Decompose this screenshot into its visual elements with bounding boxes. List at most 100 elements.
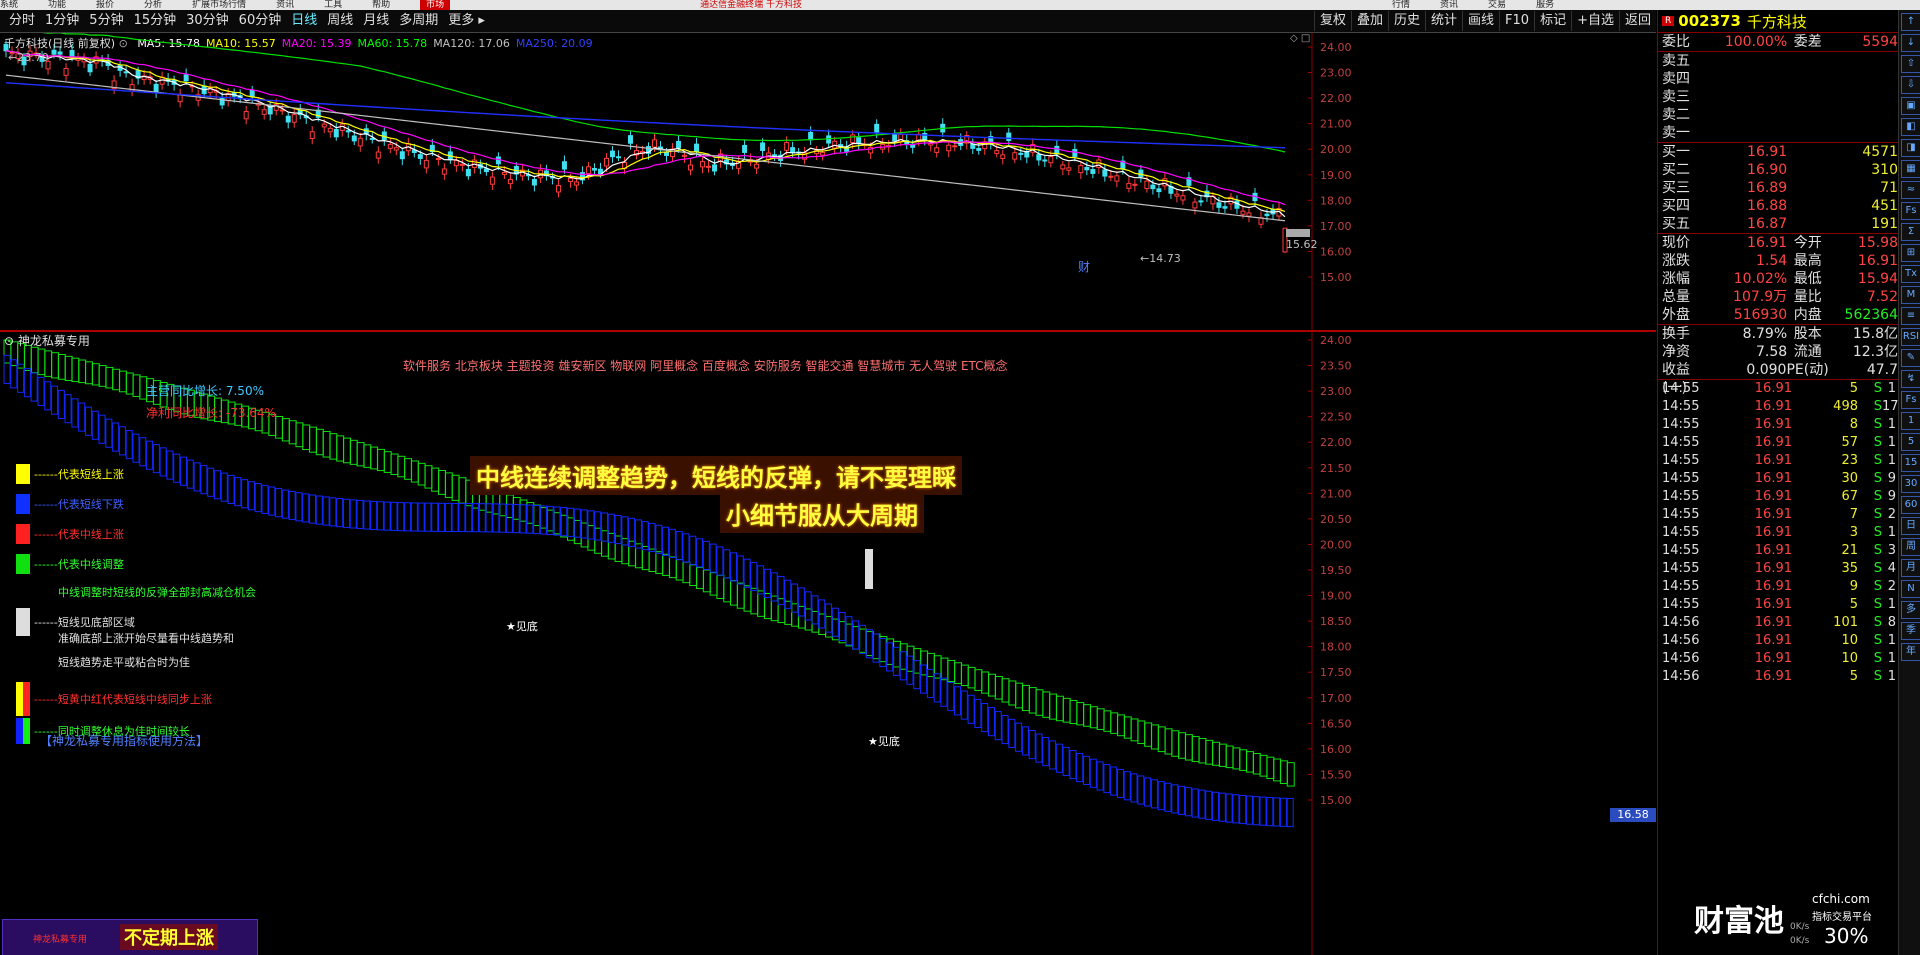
tool-button[interactable]: ↓ [1901,34,1920,52]
menu-item[interactable]: 帮助 [372,0,390,10]
midterm-box [451,474,460,501]
stat-value: 7.58 [1755,344,1788,360]
tool-button[interactable]: ↯ [1901,370,1920,388]
main-kline-chart[interactable]: 千方科技(日线 前复权) ⊙ MA5: 15.78 MA10: 15.57 MA20… [0,33,1656,332]
headline-1: 中线连续调整趋势，短线的反弹，请不要理睬 [470,456,962,495]
tool-button[interactable]: RSI [1901,328,1920,346]
tool-button[interactable]: 年 [1901,643,1920,661]
tool-button[interactable]: ≈ [1901,181,1920,199]
menu-item[interactable]: 分析 [144,0,162,10]
profit-label: 净利同比增长: -73.64% [146,406,276,420]
indicator-chart[interactable]: 24.00 23.50 23.00 22.50 22.00 21.50 21.00 20.50… [0,332,1656,955]
menu-item[interactable]: 扩展市场行情 [192,0,246,10]
shortterm-box [940,677,948,707]
tick-list[interactable]: 14:55 16.91 5 S 1 14:55 16.91 498 S 17 14:55 16.91 8… [1658,380,1898,680]
collapse-icon[interactable]: ⊙ [4,334,18,348]
shortterm-box [825,603,833,633]
shortterm-box [791,583,799,613]
shortterm-box [757,565,765,595]
stat-value: 0.090 [1746,362,1787,378]
menu-item[interactable]: 工具 [324,0,342,10]
tick-time: 14:55 [1662,417,1700,432]
usage-link[interactable]: 【神龙私募专用指标使用方法】 [40,732,208,749]
menu-item[interactable]: 系统 [0,0,18,10]
toolbar-button[interactable]: +自选 [1571,11,1619,31]
period-tab[interactable]: 15分钟 [129,10,182,32]
candle-body [1162,178,1168,187]
tool-button[interactable]: ⇩ [1901,76,1920,94]
tool-button[interactable]: M [1901,286,1920,304]
tick-time: 14:55 [1662,435,1700,450]
toolbar-button[interactable]: F10 [1499,11,1534,31]
tool-button[interactable]: ◨ [1901,139,1920,157]
toolbar-button[interactable]: 返回 [1618,11,1656,31]
period-tab[interactable]: 更多 ▸ [443,10,490,32]
candle-body [123,71,129,74]
period-tab[interactable]: 多周期 [394,10,443,32]
shortterm-box [112,422,120,452]
stat-value: 562364 [1844,307,1898,323]
shortterm-box [1035,733,1043,763]
toolbar-button[interactable]: 标记 [1534,11,1571,31]
menu-item[interactable]: 通达信金融终端 千方科技 [700,0,802,10]
tool-button[interactable]: ✎ [1901,349,1920,367]
period-tab[interactable]: 5分钟 [84,10,128,32]
midterm-box [709,572,718,596]
tool-button[interactable]: ◧ [1901,118,1920,136]
y-tick-label: 20.00 [1320,143,1352,156]
period-tab[interactable]: 60分钟 [234,10,287,32]
tool-button[interactable]: 多 [1901,601,1920,619]
tool-button[interactable]: ▣ [1901,97,1920,115]
midterm-box [1116,714,1125,737]
toolbar-button[interactable]: 叠加 [1350,11,1388,31]
tool-button[interactable]: N [1901,580,1920,598]
tool-button[interactable]: 30 [1901,475,1920,493]
shortterm-box [1137,775,1145,805]
tick-price: 16.91 [1754,615,1792,630]
menu-item[interactable]: 功能 [48,0,66,10]
menu-item[interactable]: 资讯 [1440,0,1458,10]
tool-button[interactable]: Σ [1901,223,1920,241]
menu-item[interactable]: 行情 [1392,0,1410,10]
toolbar-button[interactable]: 历史 [1387,11,1425,31]
candle-body [1108,175,1114,178]
tool-button[interactable]: 1 [1901,412,1920,430]
quote-stats: 现价 16.91 今开 15.98 涨跌 1.54 最高 16.91 涨幅 10.02% 最低 15.… [1658,234,1898,324]
period-tab[interactable]: 月线 [358,10,394,32]
tool-button[interactable]: 季 [1901,622,1920,640]
tick-time: 14:56 [1662,669,1700,680]
period-tab[interactable]: 日线 [286,10,322,32]
shortterm-box [886,642,894,672]
toolbar-button[interactable]: 统计 [1425,11,1462,31]
menu-item[interactable]: 资讯 [276,0,294,10]
tool-button[interactable]: Tx [1901,265,1920,283]
shortterm-box [1279,797,1287,827]
tool-button[interactable]: 日 [1901,517,1920,535]
tool-button[interactable]: 周 [1901,538,1920,556]
tool-button[interactable]: 5 [1901,433,1920,451]
menu-item[interactable]: 交易 [1488,0,1506,10]
tool-button[interactable]: Fs [1901,202,1920,220]
toolbar-button[interactable]: 画线 [1462,11,1499,31]
rights-badge: R [1662,16,1675,26]
tool-button[interactable]: Fs [1901,391,1920,409]
tool-button[interactable]: ⇧ [1901,55,1920,73]
shortterm-box [78,402,86,432]
toolbar-button[interactable]: 复权 [1313,11,1351,31]
tool-button[interactable]: 60 [1901,496,1920,514]
tool-button[interactable]: ⊞ [1901,244,1920,262]
period-tab[interactable]: 1分钟 [40,10,84,32]
menu-item[interactable]: 报价 [96,0,114,10]
period-tab[interactable]: 周线 [322,10,358,32]
tool-button[interactable]: ▦ [1901,160,1920,178]
tool-button[interactable]: ↑ [1901,13,1920,31]
period-tab[interactable]: 30分钟 [181,10,234,32]
midterm-box [390,453,399,475]
tool-button[interactable]: 月 [1901,559,1920,577]
tool-button[interactable]: 15 [1901,454,1920,472]
menu-item[interactable]: 市场 [420,0,451,10]
tool-button[interactable]: ≡ [1901,307,1920,325]
y-tick-label: 20.00 [1320,538,1352,551]
menu-item[interactable]: 服务 [1536,0,1554,10]
period-tab[interactable]: 分时 [4,10,40,32]
